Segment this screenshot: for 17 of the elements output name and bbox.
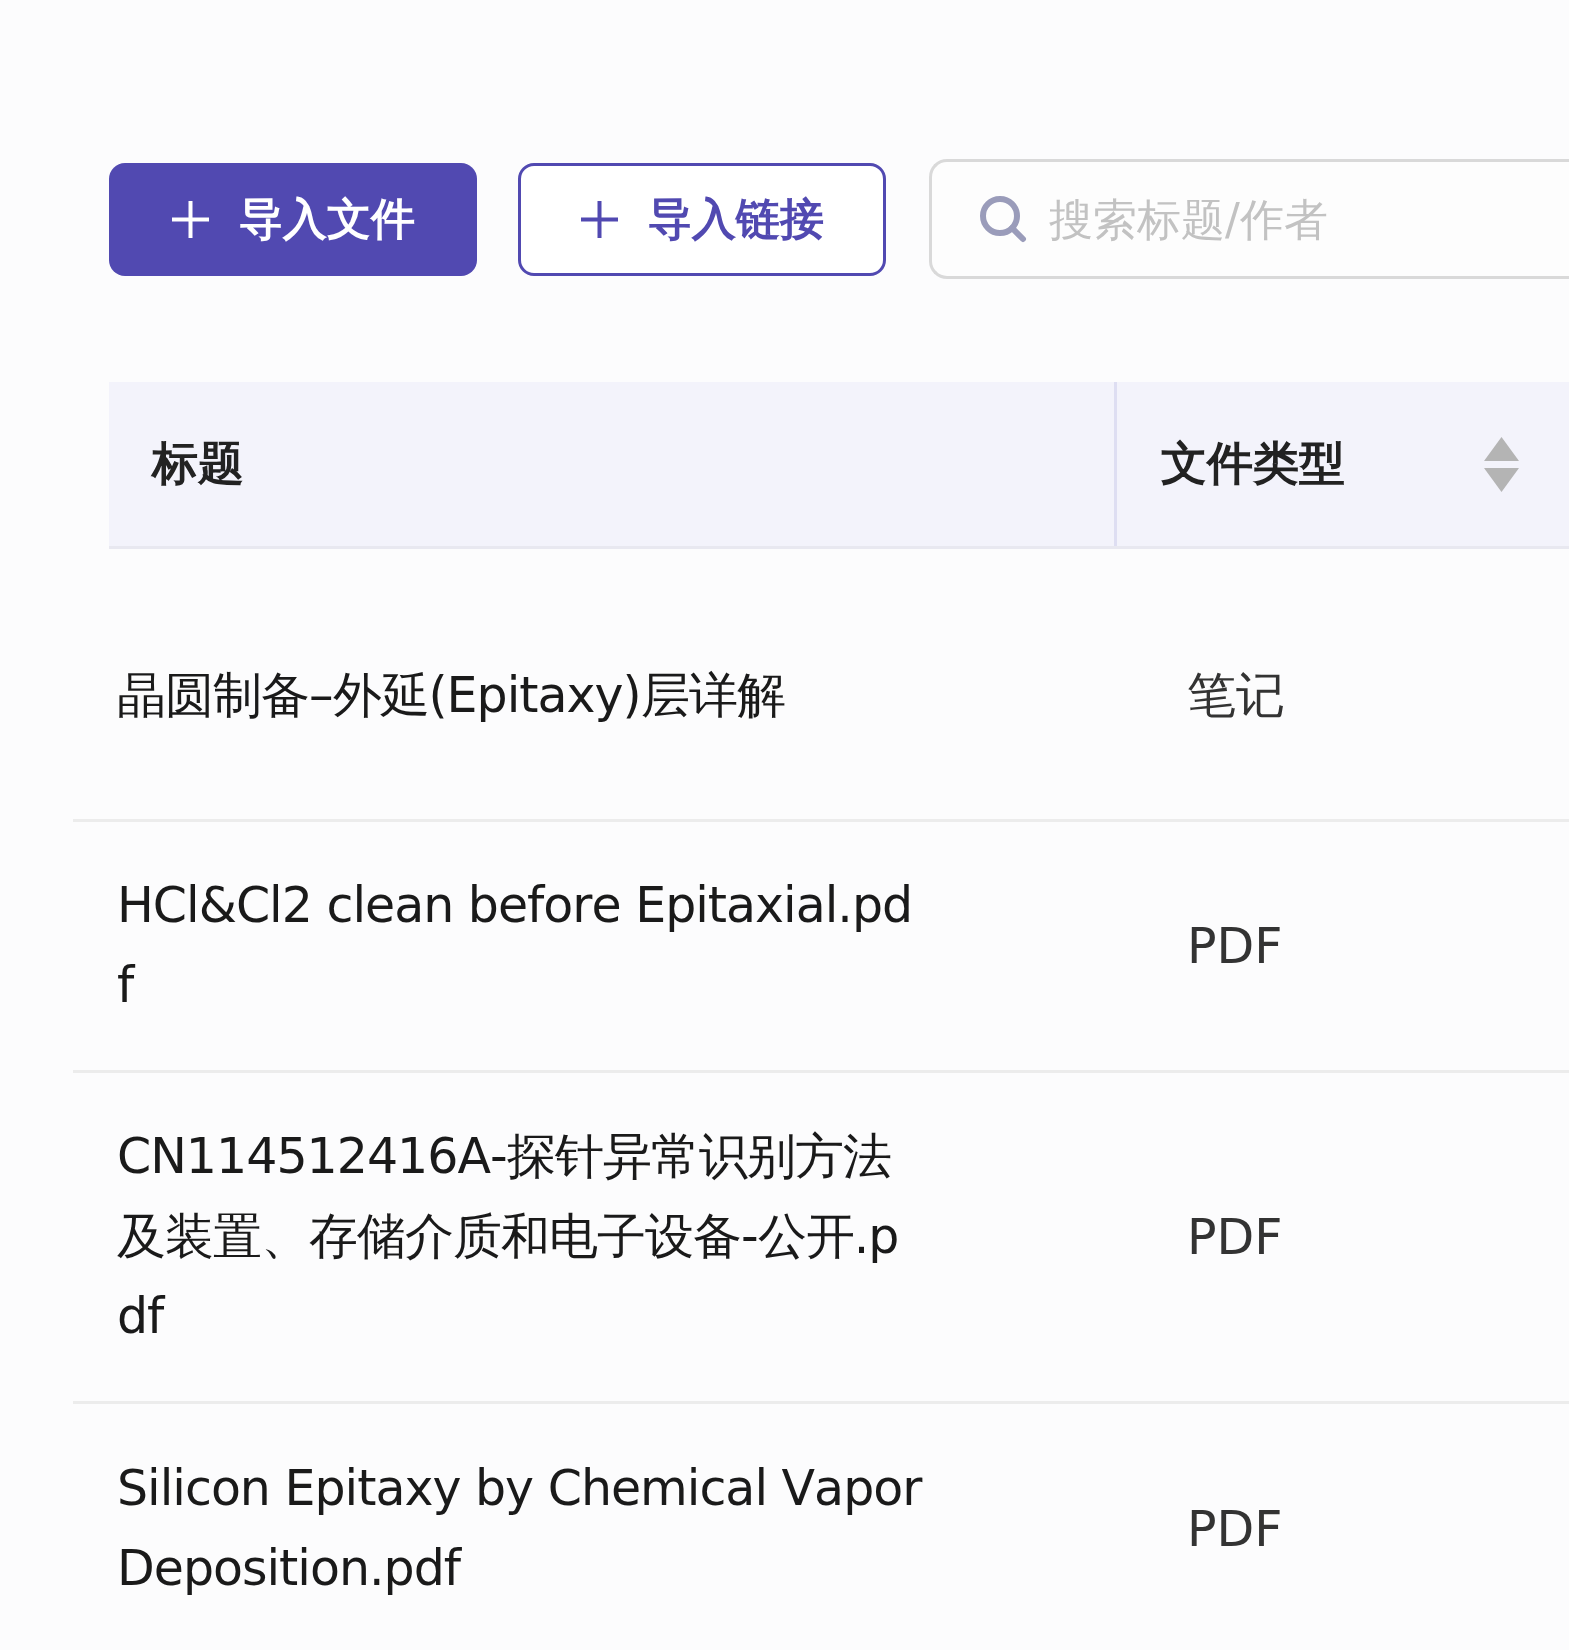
document-title: Silicon Epitaxy by Chemical Vapor Deposition.pdf [117, 1460, 922, 1597]
document-title: CN114512416A-探针异常识别方法及装置、存储介质和电子设备-公开.pdf [117, 1128, 899, 1345]
column-header[interactable]: 文件类型 [1161, 433, 1345, 495]
document-title: 晶圆制备–外延(Epitaxy)层详解 [117, 666, 785, 724]
file-type-label: 笔记 [1187, 666, 1285, 724]
file-type-label: PDF [1187, 917, 1283, 975]
document-title: HCl&Cl2 clean before Epitaxial.pdf [117, 877, 913, 1014]
file-type-label: PDF [1187, 1208, 1283, 1266]
sort-icon[interactable] [1484, 436, 1519, 492]
import-link-button[interactable]: 导入链接 [518, 162, 886, 276]
column-header: 标题 [152, 435, 244, 492]
import-file-button[interactable]: 导入文件 [109, 162, 477, 276]
file-type-label: PDF [1187, 1500, 1283, 1558]
plus-icon [171, 200, 209, 238]
plus-icon [580, 200, 618, 238]
search-field[interactable]: 搜索标题/作者 [929, 159, 1569, 279]
search-icon [979, 195, 1027, 243]
